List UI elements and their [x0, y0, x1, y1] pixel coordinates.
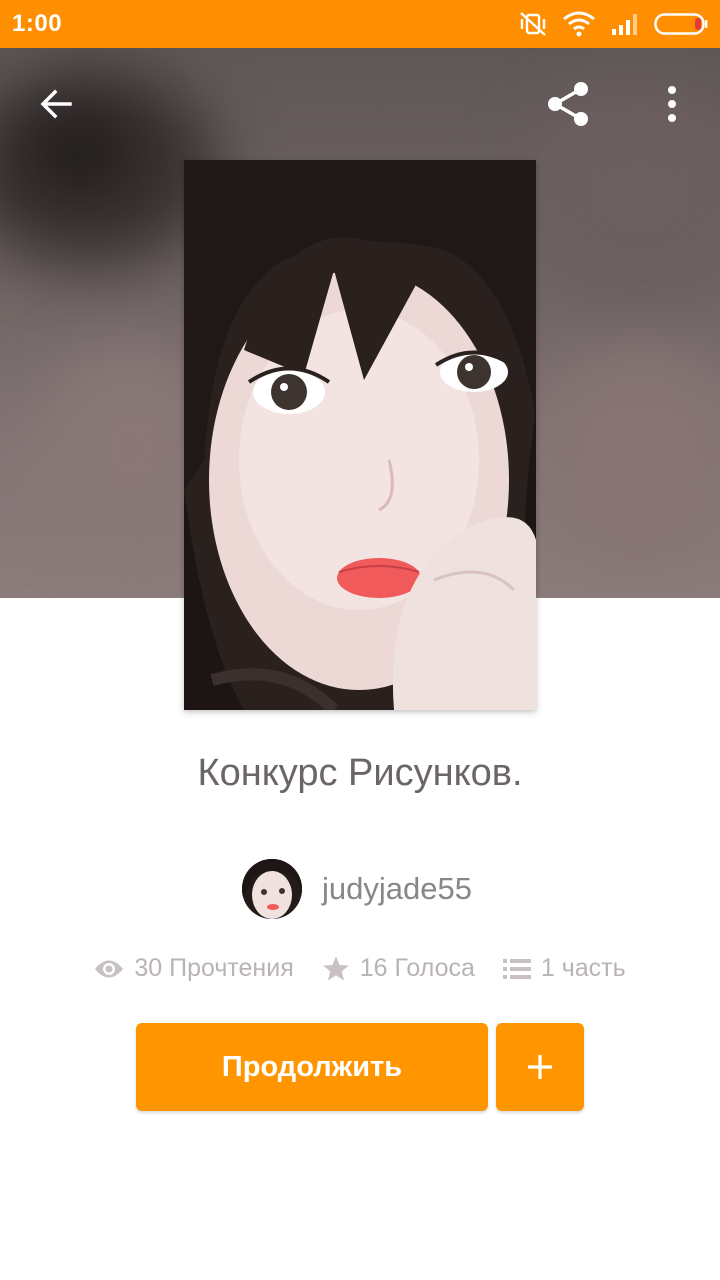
star-icon — [322, 956, 349, 980]
battery-icon — [654, 12, 708, 36]
status-bar: 1:00 — [0, 0, 720, 48]
author-link[interactable]: judyjade55 — [242, 858, 472, 920]
arrow-left-icon — [40, 89, 72, 119]
more-options-button[interactable] — [644, 76, 700, 132]
story-title: Конкурс Рисунков. — [197, 752, 523, 794]
continue-reading-button[interactable]: Продолжить — [136, 1023, 488, 1111]
wifi-icon — [562, 11, 596, 37]
vibrate-off-icon — [518, 10, 548, 38]
parts-count: 1 часть — [540, 954, 626, 982]
eye-icon — [95, 960, 124, 977]
more-vertical-icon — [668, 86, 676, 122]
share-icon — [548, 82, 588, 126]
parts-stat: 1 часть — [502, 954, 626, 983]
votes-stat: 16 Голоса — [322, 954, 475, 983]
reads-count: 30 Прочтения — [134, 954, 294, 982]
votes-count: 16 Голоса — [359, 954, 475, 982]
story-stats: 30 Прочтения 16 Голоса 1 часть — [0, 954, 720, 983]
cover-portrait-image — [184, 160, 536, 710]
author-name: judyjade55 — [322, 871, 472, 906]
signal-icon — [610, 12, 640, 36]
status-icons — [518, 8, 708, 40]
add-to-library-button[interactable] — [496, 1023, 584, 1111]
list-icon — [502, 958, 531, 979]
plus-icon — [528, 1055, 552, 1079]
back-button[interactable] — [28, 76, 84, 132]
reads-stat: 30 Прочтения — [94, 954, 294, 983]
avatar — [242, 859, 302, 919]
status-time: 1:00 — [12, 10, 63, 37]
share-button[interactable] — [540, 76, 596, 132]
continue-label: Продолжить — [221, 1050, 403, 1083]
story-cover[interactable] — [184, 160, 536, 710]
